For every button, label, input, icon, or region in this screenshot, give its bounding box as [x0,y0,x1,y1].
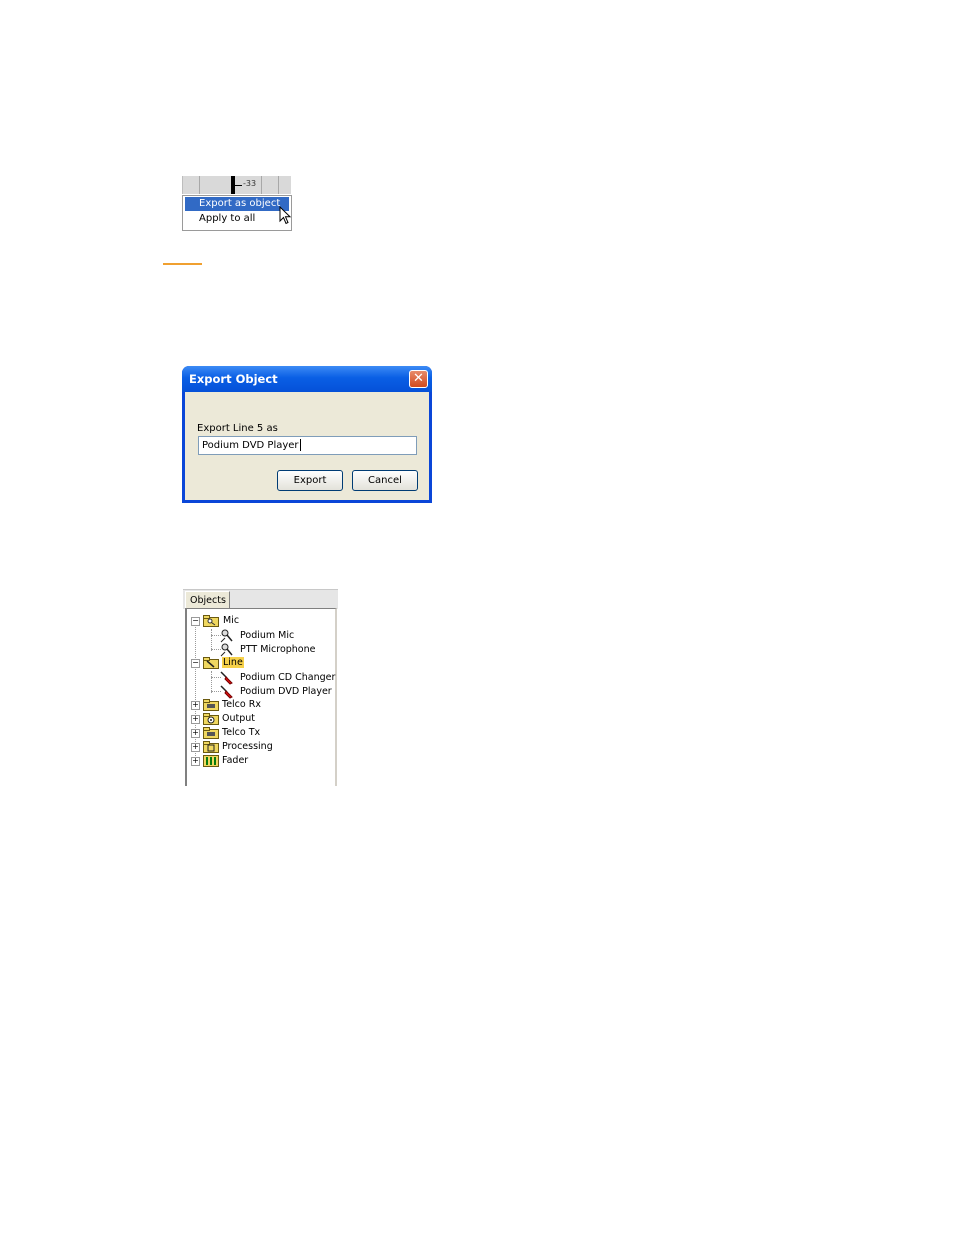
context-menu-screenshot: -33 Export as object Apply to all [182,176,292,231]
processing-folder-icon [203,741,219,753]
line-folder-icon [203,657,219,669]
expand-toggle-processing[interactable]: + [191,743,200,752]
dialog-titlebar[interactable]: Export Object ✕ [182,366,432,392]
close-icon[interactable]: ✕ [409,370,428,388]
strip-divider [199,176,200,194]
tree-item-ptt-microphone[interactable]: PTT Microphone [239,643,317,656]
tree-group-fader[interactable]: Fader [222,754,248,767]
telco-tx-folder-icon [203,727,219,739]
export-prompt-label: Export Line 5 as [197,423,278,434]
expand-toggle-telco-rx[interactable]: + [191,701,200,710]
tab-strip: Objects [183,589,338,610]
export-object-dialog: Export Object ✕ Export Line 5 as Podium … [182,366,432,503]
mouse-pointer-icon [279,206,292,225]
menu-item-export-as-object[interactable]: Export as object [185,197,289,211]
expand-toggle-output[interactable]: + [191,715,200,724]
cancel-button[interactable]: Cancel [352,470,418,491]
dialog-title: Export Object [189,372,278,386]
microphone-icon [220,643,233,657]
export-button[interactable]: Export [277,470,343,491]
collapse-toggle-line[interactable]: − [191,659,200,668]
line-input-icon [220,671,233,685]
tree-line [211,671,212,693]
expand-toggle-fader[interactable]: + [191,757,200,766]
tree-group-output[interactable]: Output [222,712,255,725]
dialog-body: Export Line 5 as Podium DVD Player Expor… [185,392,429,500]
expand-toggle-telco-tx[interactable]: + [191,729,200,738]
context-menu: Export as object Apply to all [182,195,292,231]
output-folder-icon [203,713,219,725]
export-name-input[interactable]: Podium DVD Player [198,436,417,455]
menu-item-apply-to-all[interactable]: Apply to all [185,212,289,226]
fader-strip: -33 [182,176,291,194]
tree-item-podium-mic[interactable]: Podium Mic [239,629,295,642]
strip-divider [261,176,262,194]
tree-group-mic[interactable]: Mic [222,614,240,627]
mic-folder-icon [203,615,219,627]
tree-item-podium-cd-changer[interactable]: Podium CD Changer [239,671,336,684]
export-name-value: Podium DVD Player [202,440,299,451]
strip-divider [278,176,279,194]
tree-item-podium-dvd-player[interactable]: Podium DVD Player [239,685,333,698]
accent-rule [163,263,202,265]
tree-group-line[interactable]: Line [222,656,244,669]
objects-tree: − Mic Podium Mic PTT Microphone − Line P… [185,608,337,786]
line-input-icon [220,685,233,699]
fader-tick [235,185,242,186]
microphone-icon [220,629,233,643]
objects-panel: Objects − Mic Podium Mic PTT Microphone … [183,589,339,787]
tree-line [195,622,196,762]
text-caret [299,439,301,451]
tree-group-processing[interactable]: Processing [222,740,273,753]
fader-db-value: -33 [243,179,257,188]
telco-rx-folder-icon [203,699,219,711]
tree-group-telco-rx[interactable]: Telco Rx [222,698,261,711]
collapse-toggle-mic[interactable]: − [191,617,200,626]
fader-folder-icon [203,755,219,767]
tree-line [211,629,212,651]
tree-group-telco-tx[interactable]: Telco Tx [222,726,260,739]
